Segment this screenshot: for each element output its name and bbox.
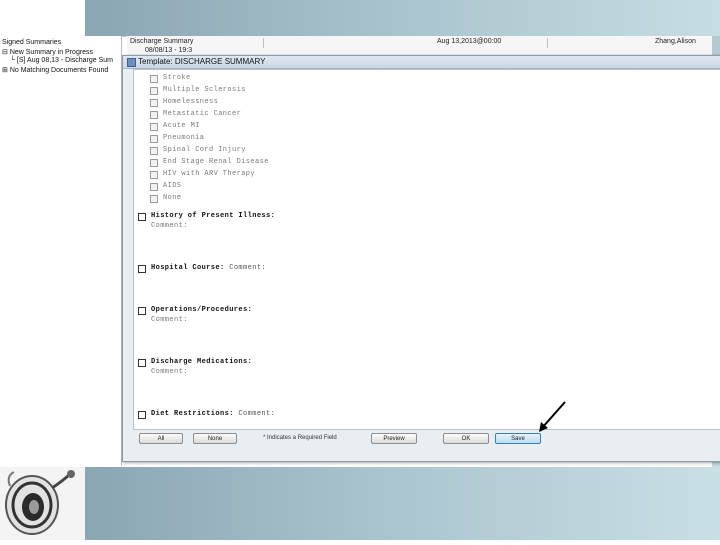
checkbox[interactable] xyxy=(150,147,158,155)
checkbox[interactable] xyxy=(138,411,146,419)
option-label: AIDS xyxy=(163,182,182,190)
section-label: Hospital Course: Comment: xyxy=(151,264,266,272)
checkbox[interactable] xyxy=(150,87,158,95)
document-author: Zhang,Alison xyxy=(655,38,696,45)
required-field-note: * Indicates a Required Field xyxy=(263,435,337,441)
template-content[interactable]: Stroke Multiple Sclerosis Homelessness M… xyxy=(133,69,720,430)
section-comment[interactable]: Comment: xyxy=(151,222,188,230)
checkbox[interactable] xyxy=(150,135,158,143)
preview-button[interactable]: Preview xyxy=(371,433,417,444)
tree-item-label: [S] Aug 08,13 - Discharge Sum xyxy=(16,57,114,64)
tree-item-no-matching[interactable]: ⊞ No Matching Documents Found xyxy=(2,66,108,74)
none-button[interactable]: None xyxy=(193,433,237,444)
checkbox[interactable] xyxy=(150,99,158,107)
option-label: None xyxy=(163,194,182,202)
section-label-text: Hospital Course: xyxy=(151,264,225,272)
tree-item-label: Signed Summaries xyxy=(2,39,62,46)
section-comment[interactable]: Comment: xyxy=(238,410,275,418)
checkbox[interactable] xyxy=(150,195,158,203)
ok-button[interactable]: OK xyxy=(443,433,489,444)
option-label: Stroke xyxy=(163,74,191,82)
notes-tree: Signed Summaries ⊟ New Summary in Progre… xyxy=(0,36,122,466)
all-button[interactable]: All xyxy=(139,433,183,444)
option-label: Homelessness xyxy=(163,98,219,106)
section-label: History of Present Illness: xyxy=(151,212,276,220)
option-label: Acute MI xyxy=(163,122,200,130)
section-label-text: Diet Restrictions: xyxy=(151,410,234,418)
dialog-title: Template: DISCHARGE SUMMARY xyxy=(138,57,266,66)
tree-item-new-summary[interactable]: ⊟ New Summary in Progress xyxy=(2,48,93,56)
option-label: Pneumonia xyxy=(163,134,205,142)
checkbox[interactable] xyxy=(150,171,158,179)
tree-item-discharge[interactable]: └ [S] Aug 08,13 - Discharge Sum xyxy=(10,57,113,64)
expand-icon[interactable]: ⊟ xyxy=(2,49,10,56)
section-label: Discharge Medications: xyxy=(151,358,253,366)
dialog-title-bar[interactable]: Template: DISCHARGE SUMMARY xyxy=(123,56,720,69)
checkbox[interactable] xyxy=(150,159,158,167)
logo xyxy=(0,466,85,540)
checkbox[interactable] xyxy=(138,307,146,315)
template-icon xyxy=(127,58,136,67)
slide-footer-band xyxy=(85,466,720,540)
tree-item-label: New Summary in Progress xyxy=(9,49,94,56)
checkbox[interactable] xyxy=(138,359,146,367)
section-comment[interactable]: Comment: xyxy=(151,316,188,324)
option-label: End Stage Renal Disease xyxy=(163,158,269,166)
checkbox[interactable] xyxy=(150,111,158,119)
checkbox[interactable] xyxy=(150,183,158,191)
checkbox[interactable] xyxy=(150,75,158,83)
section-comment[interactable]: Comment: xyxy=(229,264,266,272)
expand-icon[interactable]: ⊞ xyxy=(2,67,10,74)
document-date: Aug 13,2013@00:00 xyxy=(437,38,502,45)
checkbox[interactable] xyxy=(138,213,146,221)
pointer-arrow-icon xyxy=(539,401,566,432)
option-label: Spinal Cord Injury xyxy=(163,146,246,154)
document-sub: 08/08/13 - 19:3 xyxy=(145,47,193,54)
slide-header-band xyxy=(85,0,720,36)
section-label: Operations/Procedures: xyxy=(151,306,253,314)
stethoscope-logo-icon xyxy=(5,470,75,535)
option-label: Multiple Sclerosis xyxy=(163,86,246,94)
document-title: Discharge Summary xyxy=(130,38,194,45)
checkbox[interactable] xyxy=(150,123,158,131)
template-dialog: Template: DISCHARGE SUMMARY Stroke Multi… xyxy=(122,55,720,462)
checkbox[interactable] xyxy=(138,265,146,273)
document-header: Discharge Summary 08/08/13 - 19:3 Aug 13… xyxy=(127,36,712,57)
column-divider xyxy=(547,38,548,48)
tree-item-label: No Matching Documents Found xyxy=(9,67,109,74)
dialog-button-bar: All None * Indicates a Required Field Pr… xyxy=(133,431,720,449)
section-comment[interactable]: Comment: xyxy=(151,368,188,376)
option-label: HIV with ARV Therapy xyxy=(163,170,256,178)
section-label: Diet Restrictions: Comment: xyxy=(151,410,275,418)
tree-line-icon: └ xyxy=(10,57,17,64)
column-divider xyxy=(263,38,264,48)
tree-item-signed[interactable]: Signed Summaries xyxy=(2,39,61,46)
option-label: Metastatic Cancer xyxy=(163,110,242,118)
